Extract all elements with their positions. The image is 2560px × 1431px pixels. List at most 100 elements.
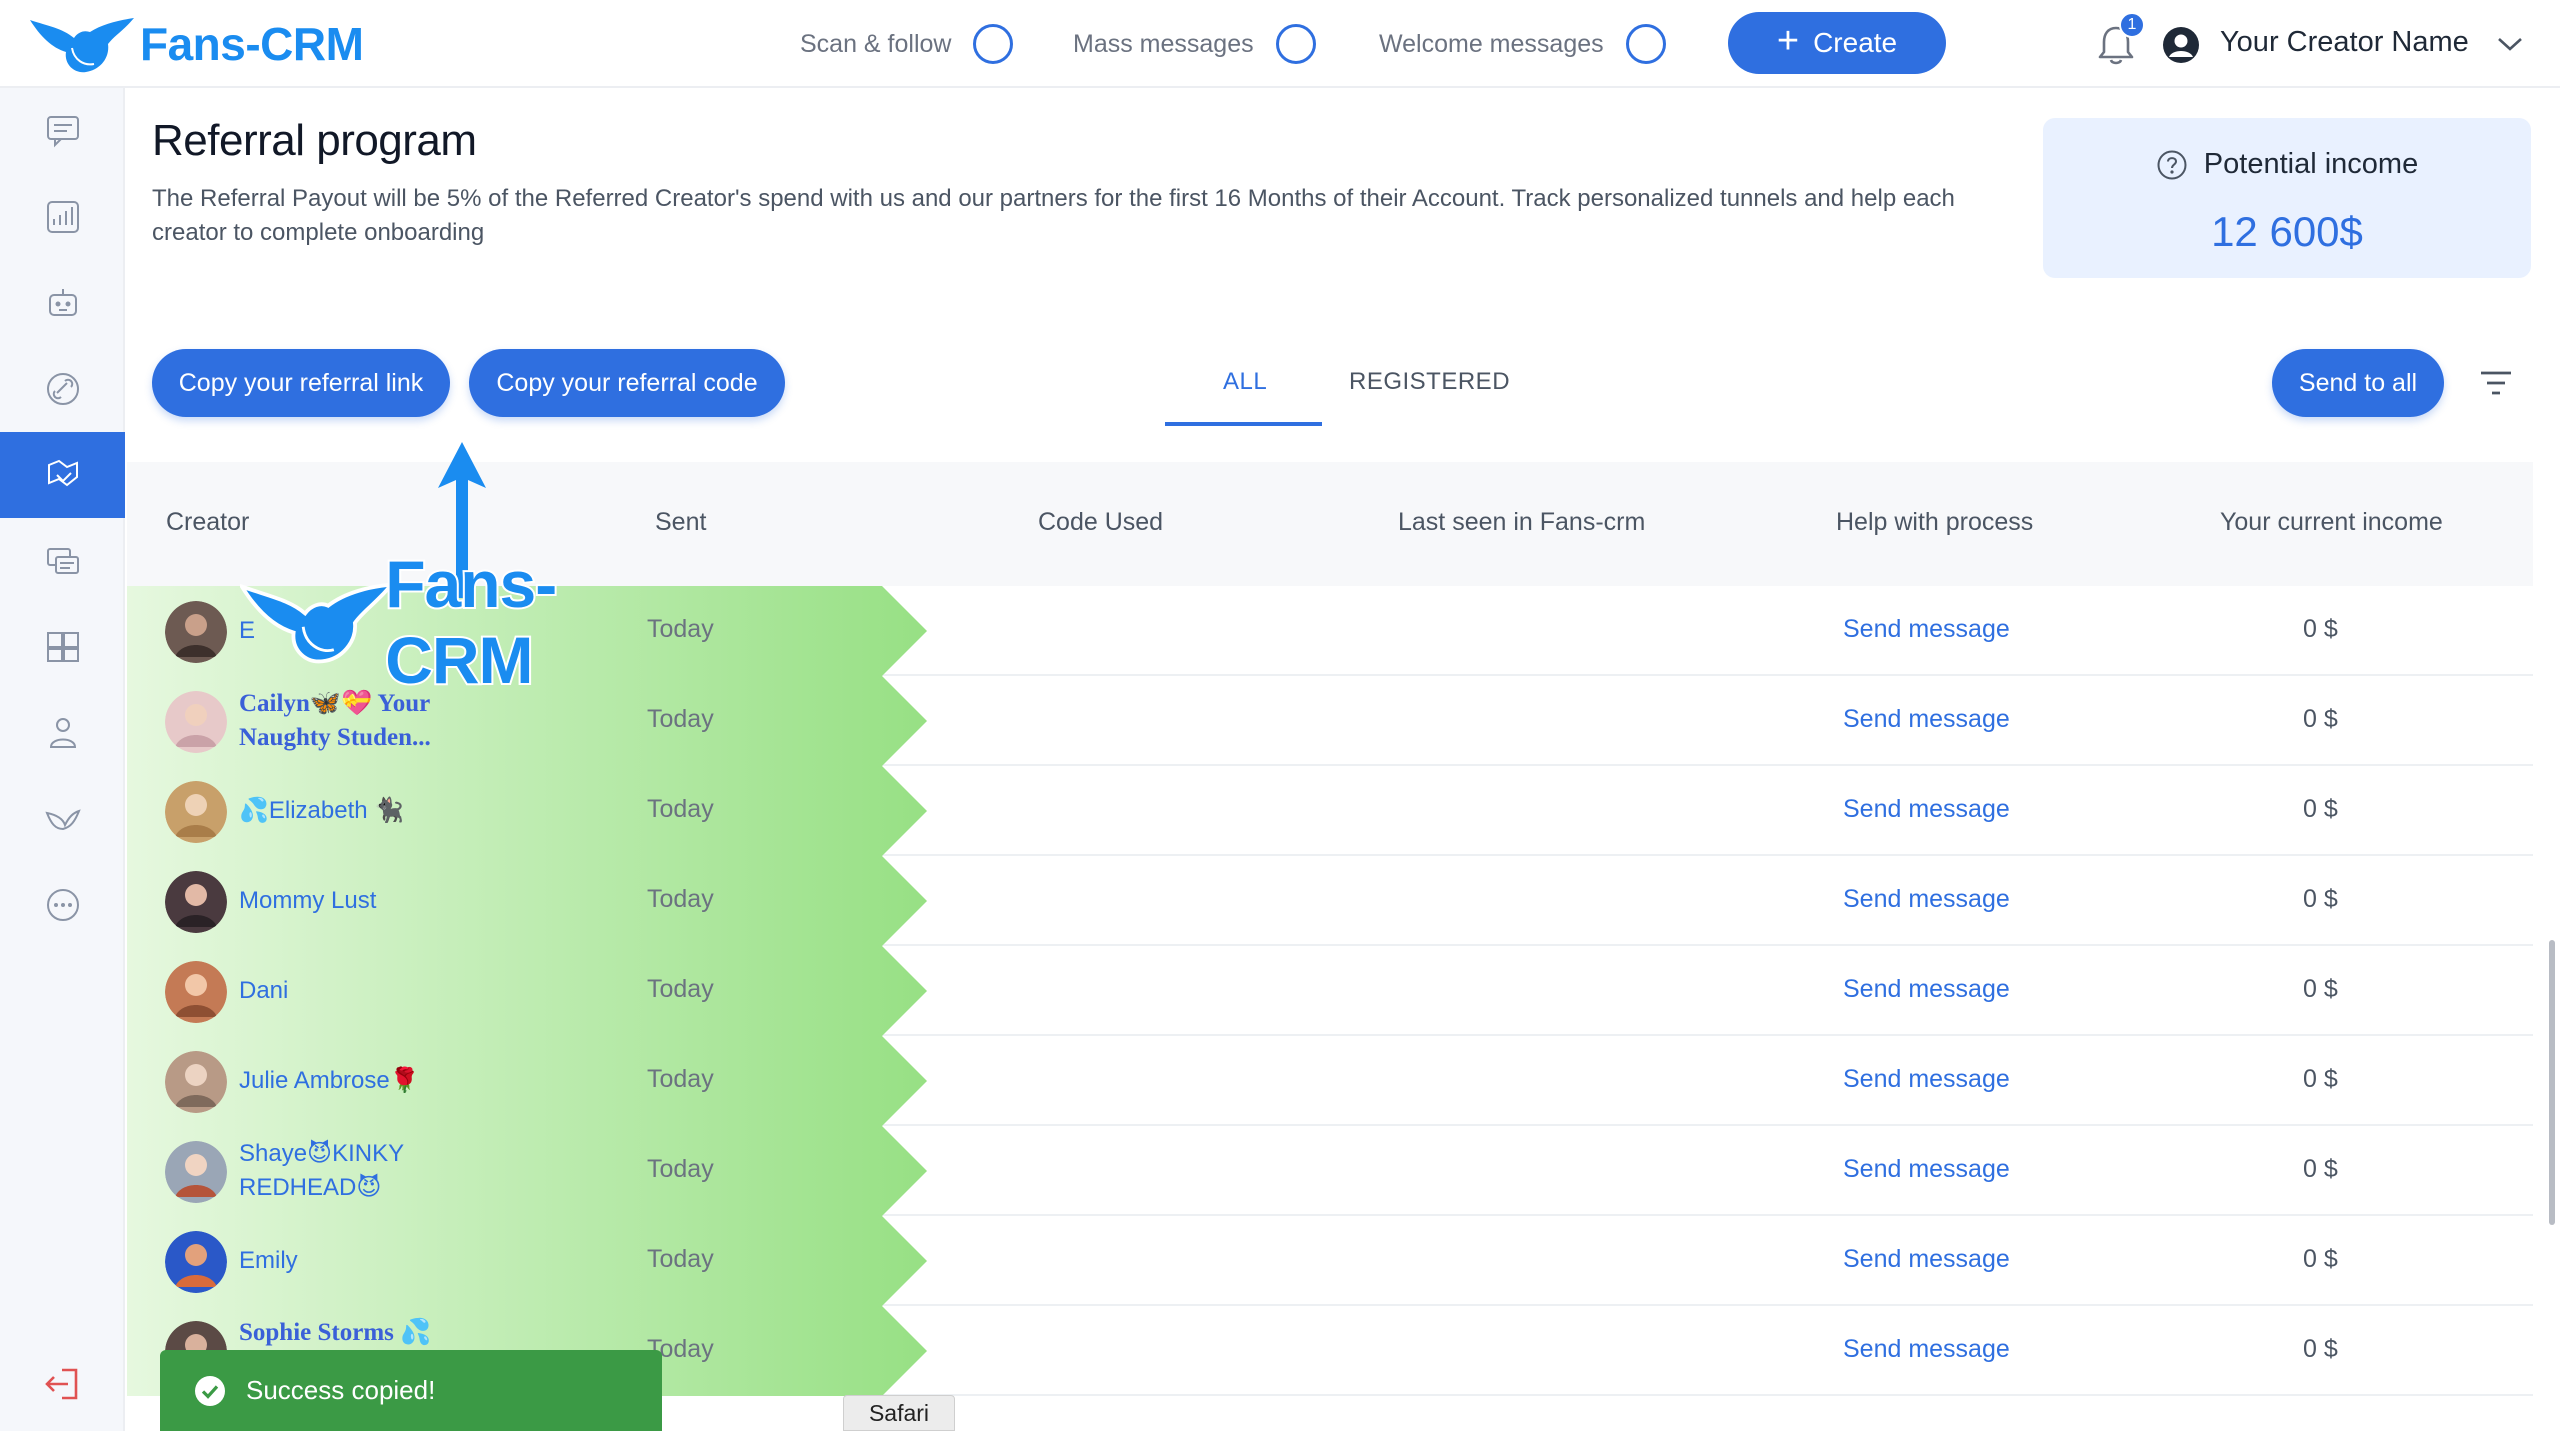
sent-date: Today (647, 885, 714, 913)
welcome-messages-status[interactable]: Welcome messages (1379, 20, 1666, 68)
sidebar-item-more[interactable] (0, 862, 125, 948)
send-message-link[interactable]: Send message (1843, 1065, 2010, 1094)
table-row[interactable]: Shaye😈KINKY REDHEAD😈 Today Send message … (127, 1126, 2533, 1216)
success-toast: Success copied! (160, 1350, 662, 1431)
scan-follow-label: Scan & follow (800, 29, 952, 58)
send-message-link[interactable]: Send message (1843, 615, 2010, 644)
page-scrollbar[interactable] (2549, 940, 2555, 1225)
creator-name[interactable]: Julie Ambrose🌹 (239, 1036, 479, 1126)
sidebar-item-vault[interactable] (0, 604, 125, 690)
table-row[interactable]: Mommy Lust Today Send message 0 $ (127, 856, 2533, 946)
column-header-sent[interactable]: Sent (655, 508, 706, 537)
current-income: 0 $ (2303, 885, 2338, 913)
column-header-creator[interactable]: Creator (166, 508, 249, 537)
promo-icon (44, 809, 81, 831)
create-button[interactable]: + Create (1728, 12, 1946, 74)
app-logo[interactable]: Fans-CRM (28, 14, 364, 74)
current-income: 0 $ (2303, 1155, 2338, 1183)
column-header-code-used[interactable]: Code Used (1038, 508, 1163, 537)
logout-icon[interactable] (42, 1366, 82, 1402)
chevron-down-icon[interactable] (2496, 34, 2524, 54)
vault-icon (46, 632, 79, 662)
scan-follow-status[interactable]: Scan & follow (800, 20, 1014, 68)
send-message-link[interactable]: Send message (1843, 795, 2010, 824)
send-message-link[interactable]: Send message (1843, 705, 2010, 734)
top-bar: Fans-CRM Scan & follow Mass messages Wel… (0, 0, 2560, 88)
avatar (165, 871, 227, 933)
table-row[interactable]: Dani Today Send message 0 $ (127, 946, 2533, 1036)
mass-messages-ring-icon (1275, 24, 1316, 64)
mass-messages-label: Mass messages (1073, 29, 1254, 58)
welcome-messages-label: Welcome messages (1379, 29, 1604, 58)
creator-name[interactable]: Dani (239, 946, 479, 1036)
send-message-link[interactable]: Send message (1843, 975, 2010, 1004)
avatar (165, 601, 227, 663)
current-income: 0 $ (2303, 975, 2338, 1003)
current-income: 0 $ (2303, 705, 2338, 733)
notification-badge: 1 (2119, 12, 2145, 38)
user-avatar-icon[interactable] (2162, 26, 2200, 64)
creator-name[interactable]: Shaye😈KINKY REDHEAD😈 (239, 1126, 479, 1216)
messages-icon (46, 548, 79, 574)
safari-tooltip: Safari (843, 1395, 955, 1431)
table-row[interactable]: Emily Today Send message 0 $ (127, 1216, 2533, 1306)
user-name[interactable]: Your Creator Name (2220, 26, 2469, 59)
copy-referral-code-button[interactable]: Copy your referral code (469, 349, 785, 417)
more-icon (46, 889, 79, 921)
sidebar-item-analytics[interactable] (0, 174, 125, 260)
sidebar-item-referral[interactable] (0, 432, 125, 518)
tab-all[interactable]: ALL (1223, 368, 1267, 396)
sidebar-item-tracking[interactable] (0, 346, 125, 432)
send-to-all-button[interactable]: Send to all (2272, 349, 2444, 417)
table-row[interactable]: Julie Ambrose🌹 Today Send message 0 $ (127, 1036, 2533, 1126)
sidebar-item-team[interactable] (0, 690, 125, 776)
team-icon (49, 718, 76, 748)
chat-icon (46, 116, 79, 148)
creator-name[interactable]: Emily (239, 1216, 479, 1306)
active-tab-indicator (1165, 422, 1322, 426)
column-header-income[interactable]: Your current income (2220, 508, 2443, 537)
plus-icon: + (1776, 20, 1800, 62)
sent-date: Today (647, 1065, 714, 1093)
scan-follow-ring-icon (973, 24, 1014, 64)
sent-date: Today (647, 705, 714, 733)
toast-message: Success copied! (246, 1375, 436, 1405)
creator-name[interactable]: Mommy Lust (239, 856, 479, 946)
sent-date: Today (647, 975, 714, 1003)
mass-messages-status[interactable]: Mass messages (1073, 20, 1316, 68)
page-title: Referral program (152, 116, 477, 165)
potential-income-value: 12 600$ (2211, 208, 2363, 255)
sidebar-item-promo[interactable] (0, 776, 125, 862)
welcome-messages-ring-icon (1625, 24, 1666, 64)
analytics-icon (46, 201, 79, 233)
avatar (165, 961, 227, 1023)
page-description: The Referral Payout will be 5% of the Re… (152, 185, 1955, 246)
current-income: 0 $ (2303, 1335, 2338, 1363)
send-message-link[interactable]: Send message (1843, 1335, 2010, 1364)
potential-income-label-row: Potential income (2043, 148, 2531, 181)
sent-date: Today (647, 1245, 714, 1273)
send-message-link[interactable]: Send message (1843, 885, 2010, 914)
logo-text: Fans-CRM (140, 18, 364, 70)
copy-referral-link-button[interactable]: Copy your referral link (152, 349, 450, 417)
column-header-help[interactable]: Help with process (1836, 508, 2033, 537)
help-circle-icon[interactable] (2156, 149, 2188, 181)
potential-income-card: Potential income 12 600$ (2043, 118, 2531, 278)
check-circle-icon (195, 1375, 225, 1406)
avatar (165, 781, 227, 843)
sidebar (0, 88, 125, 1431)
sidebar-item-messages[interactable] (0, 518, 125, 604)
current-income: 0 $ (2303, 615, 2338, 643)
bot-icon (48, 289, 77, 316)
send-message-link[interactable]: Send message (1843, 1245, 2010, 1274)
sent-date: Today (647, 1155, 714, 1183)
referral-table-body: E Today Send message 0 $ Cailyn🦋💝 Your N… (127, 586, 2533, 1431)
filter-icon[interactable] (2478, 368, 2514, 398)
send-message-link[interactable]: Send message (1843, 1155, 2010, 1184)
table-row[interactable]: 💦Elizabeth 🐈‍⬛ Today Send message 0 $ (127, 766, 2533, 856)
sidebar-item-bot[interactable] (0, 260, 125, 346)
tab-registered[interactable]: REGISTERED (1349, 368, 1510, 396)
creator-name[interactable]: 💦Elizabeth 🐈‍⬛ (239, 766, 479, 856)
column-header-last-seen[interactable]: Last seen in Fans-crm (1398, 508, 1645, 537)
sidebar-item-chats[interactable] (0, 88, 125, 174)
